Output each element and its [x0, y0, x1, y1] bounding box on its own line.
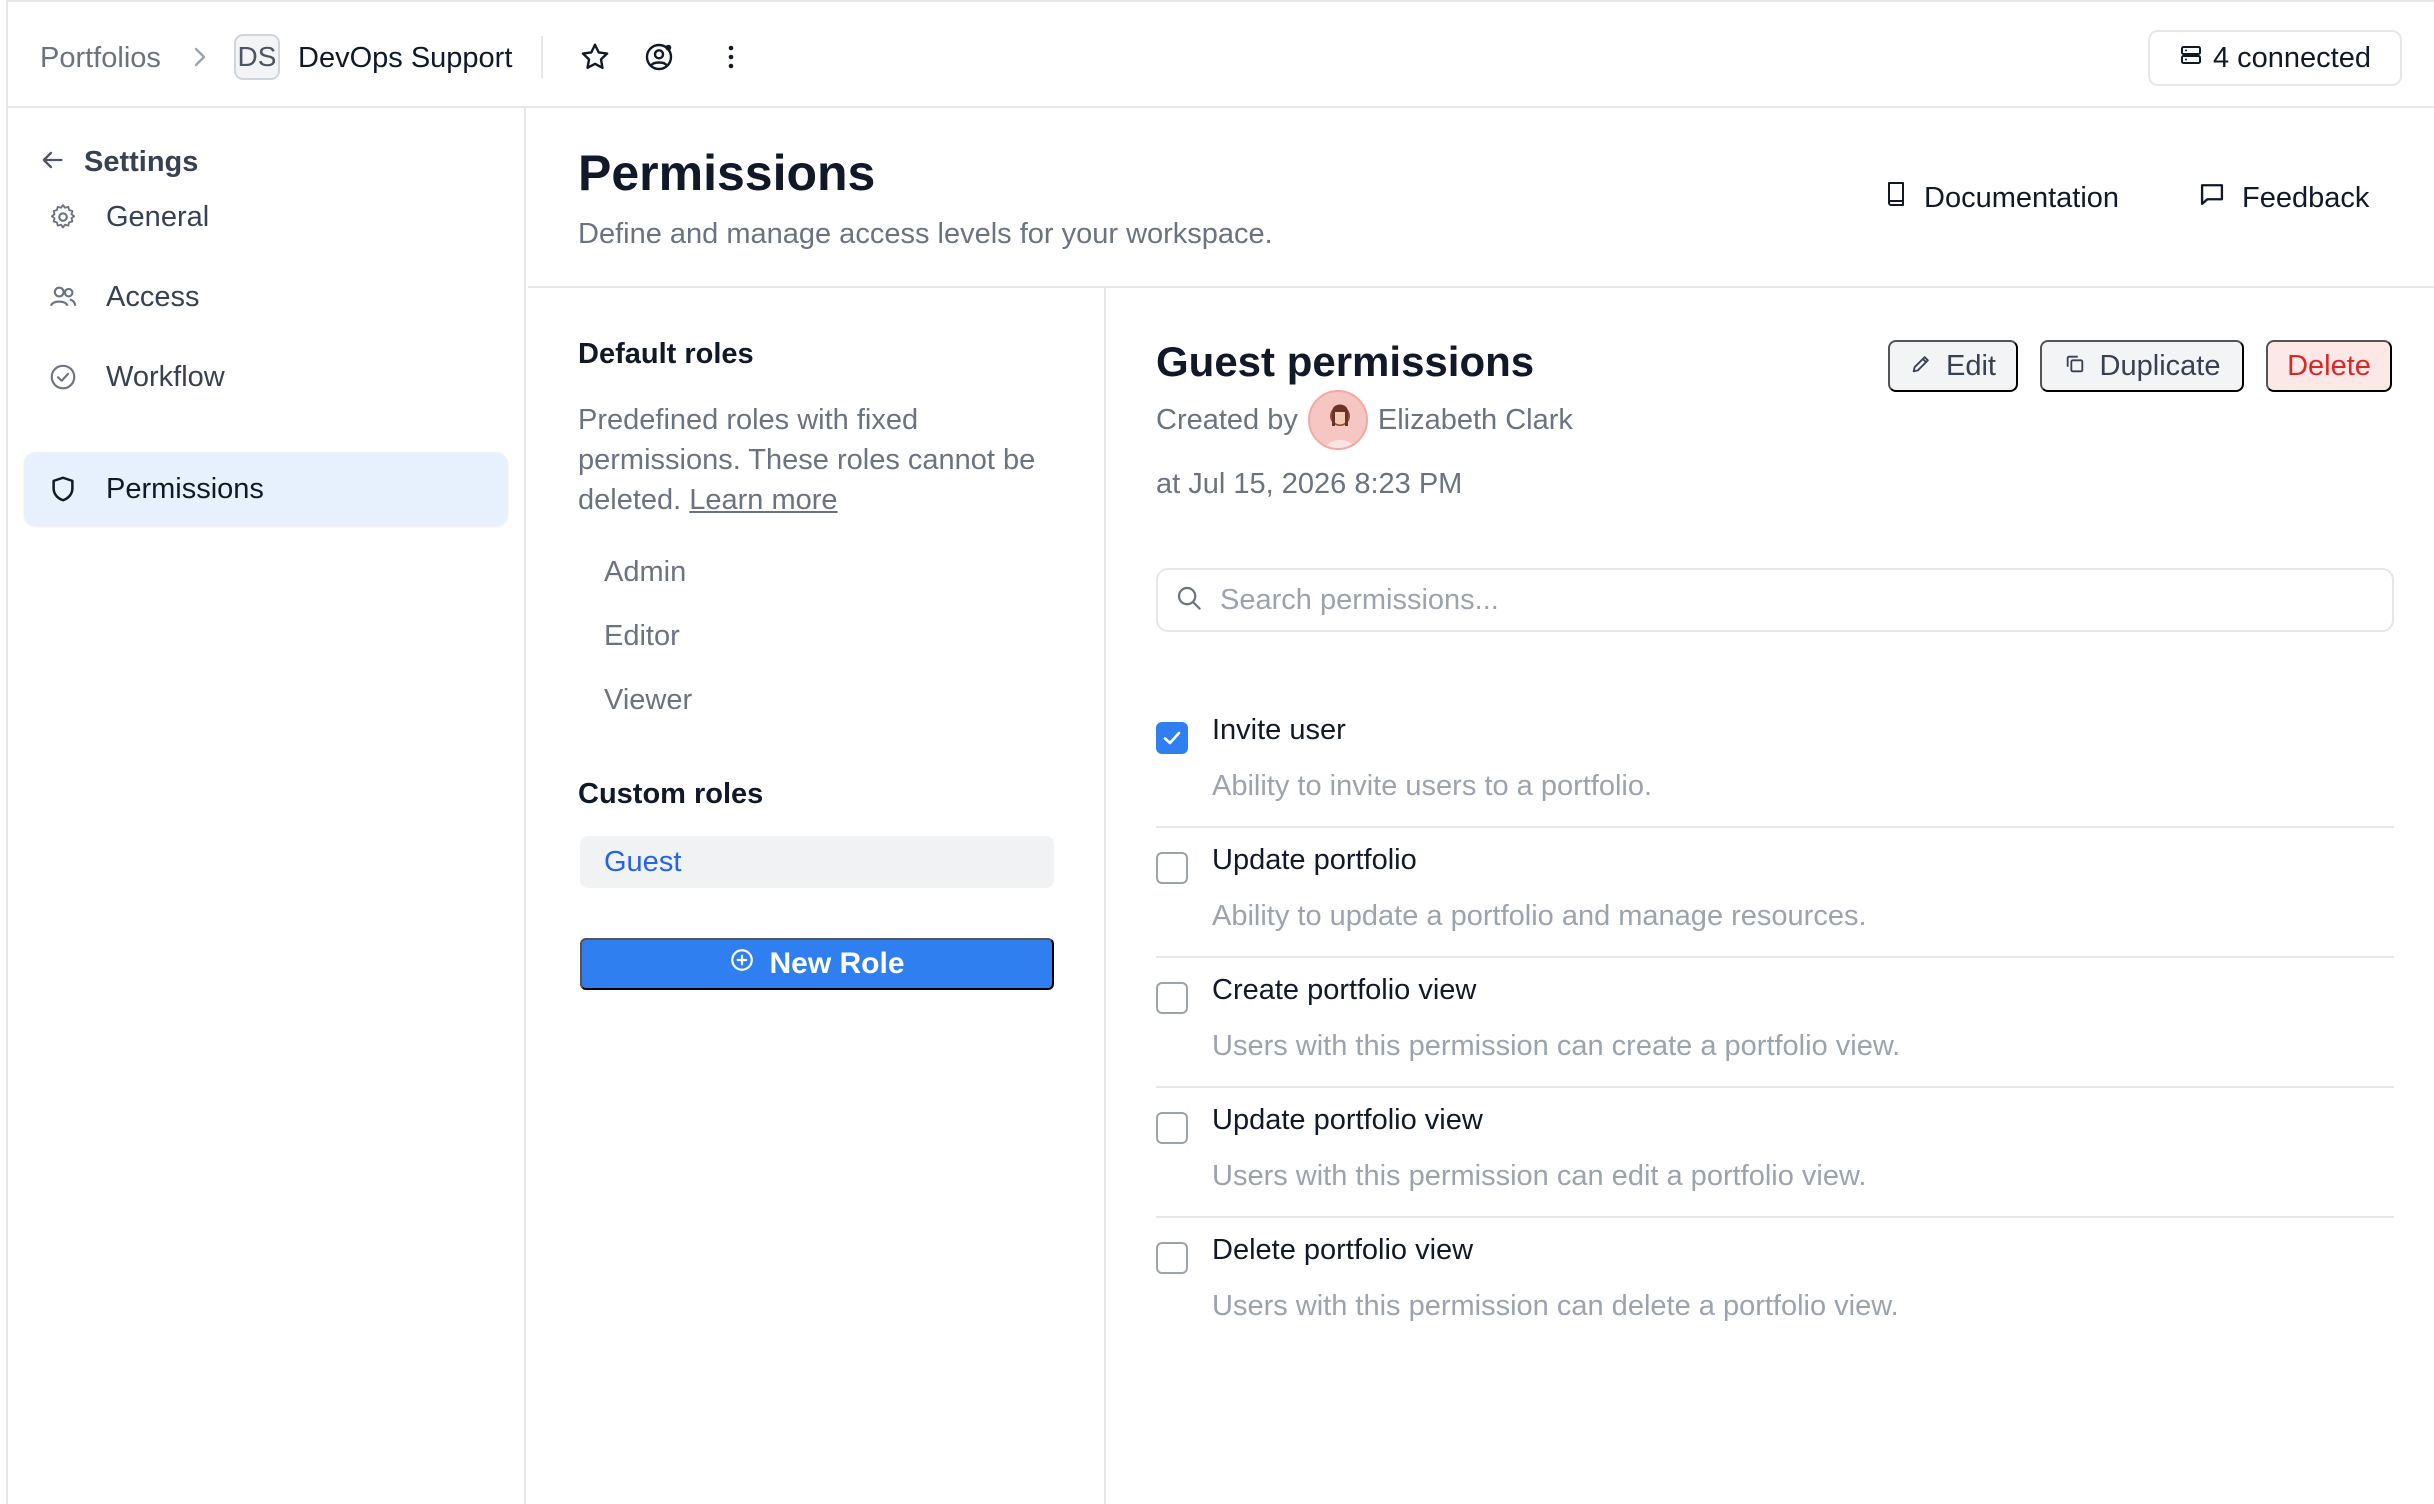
- top-bar: Portfolios DS DevOps Support 4 connected: [8, 2, 2434, 108]
- permission-name: Invite user: [1212, 714, 1346, 746]
- page-title: Permissions: [578, 145, 876, 201]
- sidebar-item-workflow[interactable]: Workflow: [24, 340, 508, 414]
- search-box: [1156, 568, 2394, 632]
- connected-button[interactable]: 4 connected: [2148, 30, 2402, 86]
- workspace-badge: DS: [234, 34, 280, 80]
- server-icon: [2179, 42, 2203, 75]
- permission-checkbox[interactable]: [1156, 852, 1188, 884]
- star-icon[interactable]: [578, 40, 612, 74]
- permission-checkbox[interactable]: [1156, 722, 1188, 754]
- created-at: at Jul 15, 2026 8:23 PM: [1156, 468, 1463, 500]
- sidebar-item-label: Permissions: [106, 472, 264, 505]
- created-by-name[interactable]: Elizabeth Clark: [1378, 404, 1573, 437]
- learn-more-link[interactable]: Learn more: [689, 484, 837, 516]
- sidebar-item-access[interactable]: Access: [24, 260, 508, 334]
- message-square-icon: [2198, 180, 2226, 216]
- workspace-name[interactable]: DevOps Support: [298, 42, 512, 75]
- roles-panel: Default roles Predefined roles with fixe…: [528, 288, 1106, 1504]
- default-roles-description: Predefined roles with fixed permissions.…: [578, 404, 1036, 516]
- permission-row-create-portfolio-view: Create portfolio view Users with this pe…: [1156, 958, 2394, 1088]
- users-icon: [48, 282, 78, 312]
- gear-icon: [48, 202, 78, 232]
- created-by-label: Created by: [1156, 403, 1298, 436]
- permission-checkbox[interactable]: [1156, 1242, 1188, 1274]
- divider: [541, 36, 543, 78]
- permission-description: Users with this permission can create a …: [1212, 1030, 1901, 1062]
- copy-icon: [2064, 350, 2086, 383]
- permission-name: Delete portfolio view: [1212, 1234, 1474, 1266]
- permission-description: Users with this permission can edit a po…: [1212, 1160, 1867, 1192]
- custom-roles-title: Custom roles: [578, 778, 764, 810]
- avatar: [1307, 390, 1368, 450]
- created-by-row: Created by Elizabeth Clark: [1156, 388, 1573, 452]
- role-detail-panel: Guest permissions Created by Elizabeth C…: [1108, 288, 2434, 1504]
- delete-button[interactable]: Delete: [2266, 340, 2392, 392]
- role-title: Guest permissions: [1156, 338, 1535, 385]
- search-input[interactable]: [1220, 583, 2320, 617]
- permission-name: Update portfolio view: [1212, 1104, 1483, 1136]
- book-icon: [1884, 180, 1908, 216]
- back-to-settings[interactable]: Settings: [38, 146, 198, 179]
- chevron-right-icon: [188, 42, 212, 72]
- role-item-label: Guest: [604, 845, 682, 878]
- more-vertical-icon[interactable]: [714, 40, 748, 74]
- permission-name: Update portfolio: [1212, 844, 1417, 876]
- connected-label: 4 connected: [2212, 41, 2371, 74]
- page-subtitle: Define and manage access levels for your…: [578, 218, 1273, 250]
- page-header: Permissions Define and manage access lev…: [528, 108, 2434, 288]
- breadcrumb-portfolios[interactable]: Portfolios: [40, 42, 161, 75]
- permission-description: Ability to invite users to a portfolio.: [1212, 770, 1653, 802]
- edit-button[interactable]: Edit: [1888, 340, 2018, 392]
- duplicate-button[interactable]: Duplicate: [2040, 340, 2244, 392]
- role-item-admin[interactable]: Admin: [604, 556, 686, 589]
- feedback-link[interactable]: Feedback: [2198, 180, 2369, 216]
- documentation-label: Documentation: [1924, 181, 2120, 214]
- permission-row-update-portfolio-view: Update portfolio view Users with this pe…: [1156, 1088, 2394, 1218]
- permission-checkbox[interactable]: [1156, 982, 1188, 1014]
- sidebar-item-label: General: [106, 200, 210, 233]
- default-roles-title: Default roles: [578, 338, 754, 370]
- role-item-viewer[interactable]: Viewer: [604, 684, 692, 717]
- permission-name: Create portfolio view: [1212, 974, 1477, 1006]
- new-role-label: New Role: [769, 947, 905, 980]
- plus-circle-icon: [729, 947, 755, 981]
- role-item-guest[interactable]: Guest: [580, 836, 1054, 888]
- sidebar-item-general[interactable]: General: [24, 180, 508, 254]
- arrow-left-icon: [38, 146, 66, 179]
- app-window: Portfolios DS DevOps Support 4 connected: [6, 0, 2434, 1504]
- sidebar-item-permissions[interactable]: Permissions: [24, 452, 508, 526]
- permission-description: Users with this permission can delete a …: [1212, 1290, 1899, 1322]
- delete-label: Delete: [2287, 349, 2371, 382]
- search-icon: [1174, 583, 1204, 618]
- settings-sidebar: Settings General Access Workflow Permiss…: [8, 108, 526, 1504]
- new-role-button[interactable]: New Role: [580, 938, 1054, 990]
- permission-row-invite-user: Invite user Ability to invite users to a…: [1156, 698, 2394, 828]
- duplicate-label: Duplicate: [2099, 349, 2221, 382]
- edit-label: Edit: [1946, 349, 1996, 382]
- pencil-icon: [1910, 350, 1932, 383]
- permission-checkbox[interactable]: [1156, 1112, 1188, 1144]
- sidebar-item-label: Access: [106, 280, 200, 313]
- permission-description: Ability to update a portfolio and manage…: [1212, 900, 1867, 932]
- permission-row-update-portfolio: Update portfolio Ability to update a por…: [1156, 828, 2394, 958]
- sidebar-item-label: Workflow: [106, 360, 225, 393]
- settings-label: Settings: [84, 146, 199, 178]
- feedback-label: Feedback: [2242, 181, 2370, 214]
- documentation-link[interactable]: Documentation: [1884, 180, 2119, 216]
- check-circle-icon: [48, 362, 78, 392]
- user-settings-icon[interactable]: [642, 40, 676, 74]
- permission-row-delete-portfolio-view: Delete portfolio view Users with this pe…: [1156, 1218, 2394, 1348]
- role-item-editor[interactable]: Editor: [604, 620, 680, 653]
- shield-icon: [48, 474, 78, 504]
